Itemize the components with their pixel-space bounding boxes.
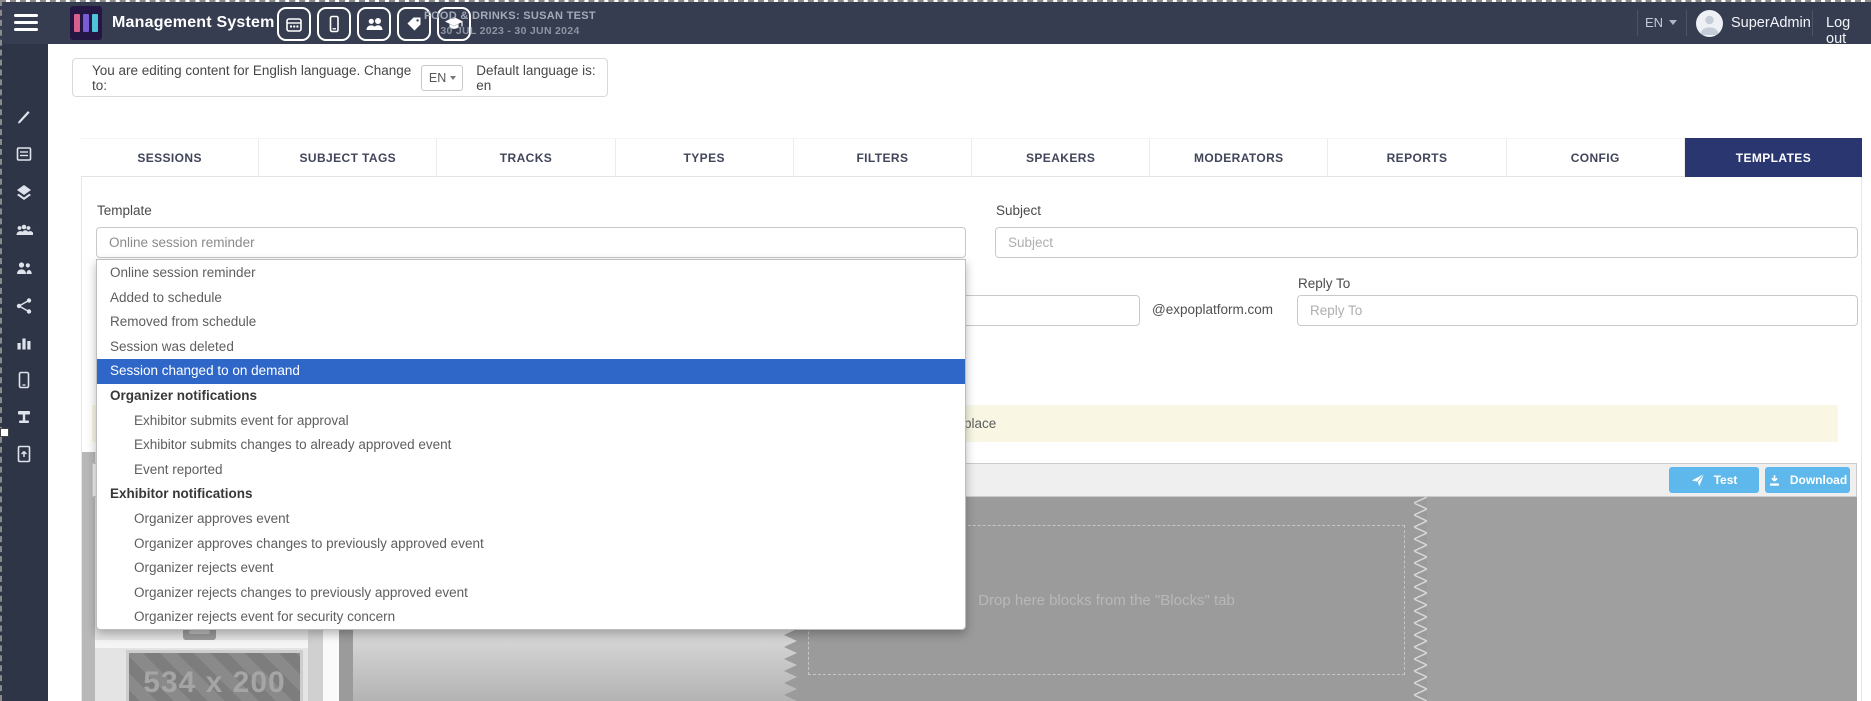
change-language-select[interactable]: EN [421, 65, 463, 91]
download-button[interactable]: Download [1765, 467, 1850, 493]
test-button-label: Test [1714, 473, 1738, 487]
drop-zone-text: Drop here blocks from the "Blocks" tab [978, 592, 1235, 609]
tab-templates[interactable]: TEMPLATES [1685, 138, 1862, 177]
dropdown-option[interactable]: Event reported [97, 458, 965, 483]
dropdown-option[interactable]: Exhibitor submits changes to already app… [97, 433, 965, 458]
reply-to-field-label: Reply To [1298, 276, 1350, 291]
dropdown-group-header: Organizer notifications [97, 384, 965, 409]
calendar-icon [285, 15, 303, 33]
attendees-button[interactable] [357, 7, 391, 41]
reply-to-input[interactable] [1297, 295, 1858, 326]
app-title: Management System [112, 14, 275, 32]
canvas-right-zone [1427, 497, 1857, 701]
chevron-down-icon [1669, 20, 1677, 25]
file-export-icon[interactable] [15, 445, 33, 463]
person-icon [1696, 10, 1723, 37]
subject-input[interactable] [995, 227, 1858, 258]
zigzag-right-seam [1414, 497, 1427, 701]
subject-field-label: Subject [996, 203, 1041, 218]
share-icon[interactable] [15, 297, 33, 315]
image-placeholder-size: 534 x 200 [143, 666, 285, 701]
admin-page: Management System FOOD & DRINKS: SUSAN T… [0, 0, 1871, 701]
template-select-value: Online session reminder [109, 235, 255, 250]
dropdown-option[interactable]: Organizer rejects changes to previously … [97, 581, 965, 606]
left-sidebar [0, 44, 48, 701]
template-field-label: Template [97, 203, 152, 218]
pencil-icon[interactable] [15, 107, 33, 125]
template-select[interactable]: Online session reminder [96, 227, 966, 258]
image-block-placeholder[interactable]: 534 x 200 [126, 650, 303, 701]
form-icon[interactable] [15, 145, 33, 163]
dropdown-option-selected[interactable]: Session changed to on demand [97, 359, 965, 384]
dropdown-option[interactable]: Exhibitor submits event for approval [97, 409, 965, 434]
section-tabbar: SESSIONS SUBJECT TAGS TRACKS TYPES FILTE… [81, 138, 1862, 177]
people-icon[interactable] [15, 259, 33, 277]
download-button-label: Download [1790, 473, 1847, 487]
stats-icon[interactable] [15, 334, 33, 352]
divider [1812, 10, 1813, 36]
calendar-button[interactable] [277, 7, 311, 41]
template-dropdown-list: Online session reminder Added to schedul… [96, 259, 966, 630]
tab-filters[interactable]: FILTERS [794, 138, 972, 177]
capture-border-left [0, 0, 2, 701]
tab-types[interactable]: TYPES [616, 138, 794, 177]
event-dates: 30 JUL 2023 - 30 JUN 2024 [402, 25, 618, 37]
tab-subject-tags[interactable]: SUBJECT TAGS [259, 138, 437, 177]
test-button[interactable]: Test [1669, 467, 1759, 493]
tablet-icon[interactable] [15, 371, 33, 389]
language-editing-message: You are editing content for English lang… [92, 63, 412, 93]
default-language-note: Default language is: en [476, 63, 607, 93]
dropdown-option[interactable]: Organizer rejects event [97, 556, 965, 581]
layers-icon[interactable] [15, 183, 33, 201]
dropdown-option[interactable]: Session was deleted [97, 335, 965, 360]
download-icon [1768, 474, 1781, 487]
top-navbar: Management System FOOD & DRINKS: SUSAN T… [0, 2, 1871, 44]
user-name: SuperAdmin [1731, 15, 1811, 31]
mobile-icon [325, 15, 343, 33]
mobile-app-button[interactable] [317, 7, 351, 41]
dropdown-option[interactable]: Organizer rejects event for security con… [97, 605, 965, 630]
send-icon [1691, 473, 1705, 487]
dropdown-group-header: Exhibitor notifications [97, 482, 965, 507]
language-editing-bar: You are editing content for English lang… [72, 58, 608, 97]
dropdown-option[interactable]: Added to schedule [97, 286, 965, 311]
dropdown-option[interactable]: Removed from schedule [97, 310, 965, 335]
attendees-icon [365, 15, 384, 33]
tab-tracks[interactable]: TRACKS [437, 138, 615, 177]
user-avatar[interactable] [1696, 10, 1723, 37]
dropdown-option[interactable]: Organizer approves event [97, 507, 965, 532]
tab-config[interactable]: CONFIG [1507, 138, 1685, 177]
capture-handle [0, 428, 9, 437]
tab-reports[interactable]: REPORTS [1328, 138, 1506, 177]
logout-button[interactable]: Log out [1826, 15, 1871, 47]
divider [1686, 10, 1687, 36]
capture-border-top [0, 0, 1871, 2]
current-event-info: FOOD & DRINKS: SUSAN TEST 30 JUL 2023 - … [402, 10, 618, 37]
tab-moderators[interactable]: MODERATORS [1150, 138, 1328, 177]
event-name: FOOD & DRINKS: SUSAN TEST [402, 10, 618, 22]
app-logo [70, 6, 102, 40]
language-selector[interactable]: EN [1645, 15, 1677, 30]
hamburger-menu-icon[interactable] [14, 14, 38, 31]
booth-icon[interactable] [15, 408, 33, 426]
selected-language: EN [429, 71, 446, 85]
tab-sessions[interactable]: SESSIONS [81, 138, 259, 177]
language-code: EN [1645, 15, 1663, 30]
dropdown-option[interactable]: Organizer approves changes to previously… [97, 532, 965, 557]
team-icon[interactable] [15, 221, 33, 239]
tab-speakers[interactable]: SPEAKERS [972, 138, 1150, 177]
divider [1637, 10, 1638, 36]
thumb-divider [95, 640, 308, 648]
dropdown-option[interactable]: Online session reminder [97, 261, 965, 286]
email-domain-label: @expoplatform.com [1152, 302, 1273, 317]
chevron-down-icon [450, 76, 456, 80]
